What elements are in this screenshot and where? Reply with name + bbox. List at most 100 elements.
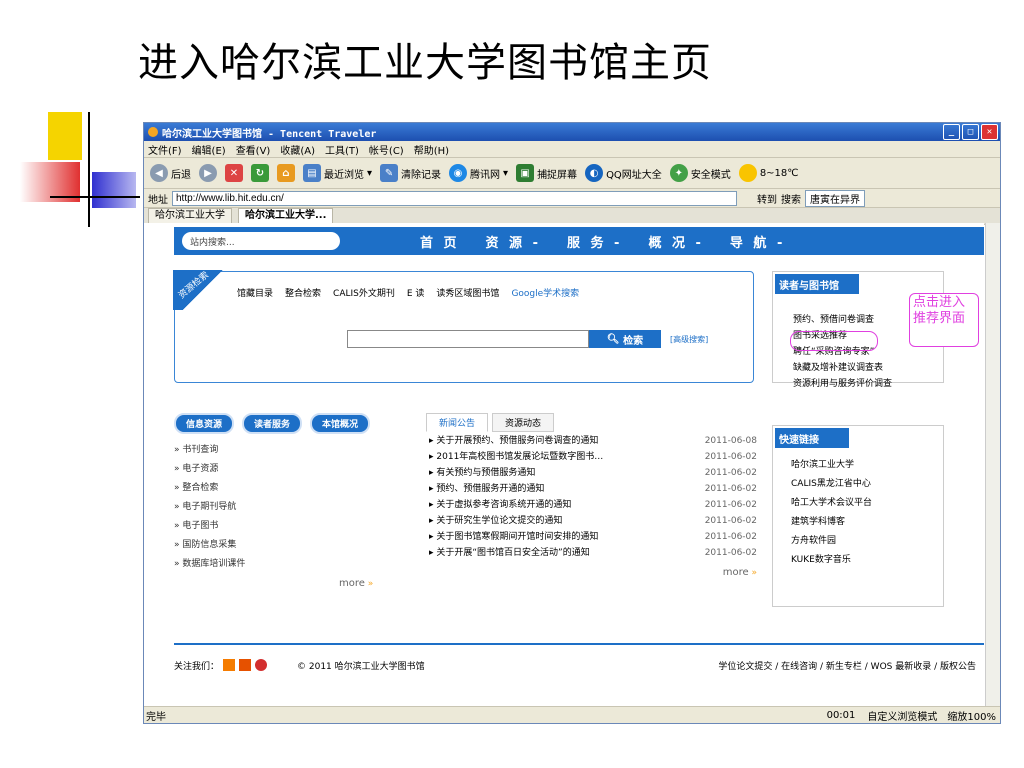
pill-reader-services[interactable]: 读者服务: [242, 413, 303, 434]
resource-search-input[interactable]: [347, 330, 589, 348]
news-item[interactable]: ▸ 关于研究生学位论文提交的通知 2011-06-02: [429, 513, 757, 529]
tencent-button[interactable]: ◉ 腾讯网 ▾: [449, 164, 508, 182]
footer-links[interactable]: 学位论文提交 / 在线咨询 / 新生专栏 / WOS 最新收录 / 版权公告: [718, 659, 976, 672]
tab-news[interactable]: 新闻公告: [426, 413, 489, 432]
stop-icon[interactable]: ✕: [225, 164, 243, 182]
quick-link[interactable]: KUKE数字音乐: [791, 551, 872, 570]
site-nav: 站内搜索... 首 页 资 源 - 服 务 - 概 况 - 导 航 -: [174, 227, 984, 255]
news-item[interactable]: ▸ 关于开展预约、预借服务问卷调查的通知 2011-06-08: [429, 433, 757, 449]
tab-resource-updates[interactable]: 资源动态: [492, 413, 555, 432]
vertical-scrollbar[interactable]: [985, 223, 1000, 707]
go-button[interactable]: 转到: [757, 191, 777, 206]
search-box[interactable]: 唐寅在异界: [805, 189, 865, 207]
nav-overview[interactable]: 概 况 -: [648, 232, 703, 251]
resource-ribbon: 资源检索: [173, 270, 233, 310]
news-item[interactable]: ▸ 有关预约与预借服务通知 2011-06-02: [429, 465, 757, 481]
tab-library[interactable]: 哈尔滨工业大学...: [238, 208, 334, 224]
refresh-icon[interactable]: ↻: [251, 164, 269, 182]
recent-button[interactable]: ▤ 最近浏览 ▾: [303, 164, 372, 182]
minimize-icon[interactable]: _: [943, 124, 960, 140]
view-mode[interactable]: 自定义浏览模式: [867, 708, 937, 723]
pill-overview[interactable]: 本馆概况: [310, 413, 371, 434]
weibo-icon[interactable]: [255, 659, 268, 671]
menu-edit[interactable]: 编辑(E): [192, 142, 226, 157]
rss-icon[interactable]: [223, 659, 236, 671]
quick-link[interactable]: 方舟软件园: [791, 532, 872, 551]
url-input[interactable]: http://www.lib.hit.edu.cn/: [172, 190, 737, 206]
res-tab-google[interactable]: Google学术搜索: [511, 286, 579, 299]
zoom-level[interactable]: 缩放100%: [947, 708, 996, 723]
more-link[interactable]: more »: [174, 574, 373, 594]
maximize-icon[interactable]: □: [962, 124, 979, 140]
weather-widget[interactable]: 8~18℃: [738, 164, 799, 182]
news-item[interactable]: ▸ 关于虚拟参考咨询系统开通的通知 2011-06-02: [429, 497, 757, 513]
nav-guide[interactable]: 导 航 -: [730, 232, 785, 251]
decoration: [20, 112, 140, 227]
site-footer: 关注我们： © 2011 哈尔滨工业大学图书馆 学位论文提交 / 在线咨询 / …: [174, 643, 984, 685]
advanced-search-link[interactable]: [高级搜索]: [670, 334, 708, 345]
menu-account[interactable]: 帐号(C): [369, 142, 404, 157]
quick-link[interactable]: 哈尔滨工业大学: [791, 456, 872, 475]
quick-link[interactable]: CALIS黑龙江省中心: [791, 475, 872, 494]
back-arrow-icon: ◀: [150, 164, 168, 182]
qq-sites-button[interactable]: ◐ QQ网址大全: [585, 164, 662, 182]
news-more-link[interactable]: more »: [429, 565, 757, 581]
menu-tools[interactable]: 工具(T): [325, 142, 359, 157]
tencent-icon: ◉: [449, 164, 468, 182]
left-link[interactable]: » 书刊查询: [174, 441, 373, 460]
left-link[interactable]: » 电子资源: [174, 460, 373, 479]
reader-link[interactable]: 资源利用与服务评价调查: [793, 376, 892, 392]
address-bar: 地址 http://www.lib.hit.edu.cn/ 转到 搜索 唐寅在异…: [144, 189, 1000, 208]
left-link[interactable]: » 数据库培训课件: [174, 555, 373, 574]
clear-history-button[interactable]: ✎ 清除记录: [380, 164, 441, 182]
res-tab-duxiu[interactable]: 读秀区域图书馆: [436, 286, 499, 299]
search-button[interactable]: 🔍︎ 检索: [589, 330, 661, 348]
menu-view[interactable]: 查看(V): [236, 142, 271, 157]
nav-resources[interactable]: 资 源 -: [486, 232, 541, 251]
site-search-input[interactable]: 站内搜索...: [182, 232, 340, 250]
left-link[interactable]: » 电子图书: [174, 517, 373, 536]
left-link[interactable]: » 国防信息采集: [174, 536, 373, 555]
close-icon[interactable]: ✕: [981, 124, 998, 140]
pill-info-resources[interactable]: 信息资源: [174, 413, 235, 434]
news-item[interactable]: ▸ 关于开展“图书馆百日安全活动”的通知 2011-06-02: [429, 545, 757, 561]
menu-help[interactable]: 帮助(H): [414, 142, 449, 157]
blog-icon[interactable]: [239, 659, 252, 671]
reader-link[interactable]: 预约、预借问卷调查: [793, 312, 892, 328]
search-label: 搜索: [781, 194, 801, 206]
highlight-oval: [790, 331, 878, 351]
news-item[interactable]: ▸ 预约、预借服务开通的通知 2011-06-02: [429, 481, 757, 497]
page-content: 站内搜索... 首 页 资 源 - 服 务 - 概 况 - 导 航 - 资源检索…: [144, 223, 984, 707]
forward-arrow-icon[interactable]: ▶: [199, 164, 217, 182]
res-tab-eread[interactable]: E 读: [407, 286, 425, 299]
window-title: 哈尔滨工业大学图书馆 - Tencent Traveler: [162, 128, 377, 140]
left-link[interactable]: » 电子期刊导航: [174, 498, 373, 517]
follow-label: 关注我们：: [174, 661, 220, 672]
safe-mode-button[interactable]: ✦ 安全模式: [669, 164, 731, 182]
status-text: 完毕: [146, 711, 166, 723]
quick-links-box: 快速链接 哈尔滨工业大学 CALIS黑龙江省中心 哈工大学术会议平台 建筑学科博…: [772, 425, 944, 607]
capture-icon: ▣: [516, 164, 535, 182]
reader-link[interactable]: 缺藏及增补建议调查表: [793, 360, 892, 376]
nav-services[interactable]: 服 务 -: [567, 232, 622, 251]
menu-favorites[interactable]: 收藏(A): [280, 142, 315, 157]
res-tab-catalog[interactable]: 馆藏目录: [237, 286, 273, 299]
res-tab-integrated[interactable]: 整合检索: [285, 286, 321, 299]
tab-hit[interactable]: 哈尔滨工业大学: [148, 208, 232, 224]
menu-file[interactable]: 文件(F): [148, 142, 182, 157]
news-item[interactable]: ▸ 关于图书馆寒假期间开馆时间安排的通知 2011-06-02: [429, 529, 757, 545]
shield-icon: ✦: [669, 164, 688, 182]
resource-search-panel: 资源检索 馆藏目录 整合检索 CALIS外文期刊 E 读 读秀区域图书馆 Goo…: [173, 270, 754, 383]
news-item[interactable]: ▸ 2011年高校图书馆发展论坛暨数字图书… 2011-06-02: [429, 449, 757, 465]
quick-link[interactable]: 建筑学科博客: [791, 513, 872, 532]
reader-heading: 读者与图书馆: [775, 274, 859, 294]
back-button[interactable]: ◀ 后退: [150, 164, 191, 182]
qq-globe-icon: ◐: [585, 164, 604, 182]
nav-home[interactable]: 首 页: [420, 232, 460, 251]
quick-link[interactable]: 哈工大学术会议平台: [791, 494, 872, 513]
res-tab-calis[interactable]: CALIS外文期刊: [333, 286, 395, 299]
status-bar: 完毕 00:01 自定义浏览模式 缩放100%: [144, 706, 1000, 723]
capture-button[interactable]: ▣ 捕捉屏幕: [516, 164, 577, 182]
home-icon[interactable]: ⌂: [277, 164, 295, 182]
left-link[interactable]: » 整合检索: [174, 479, 373, 498]
